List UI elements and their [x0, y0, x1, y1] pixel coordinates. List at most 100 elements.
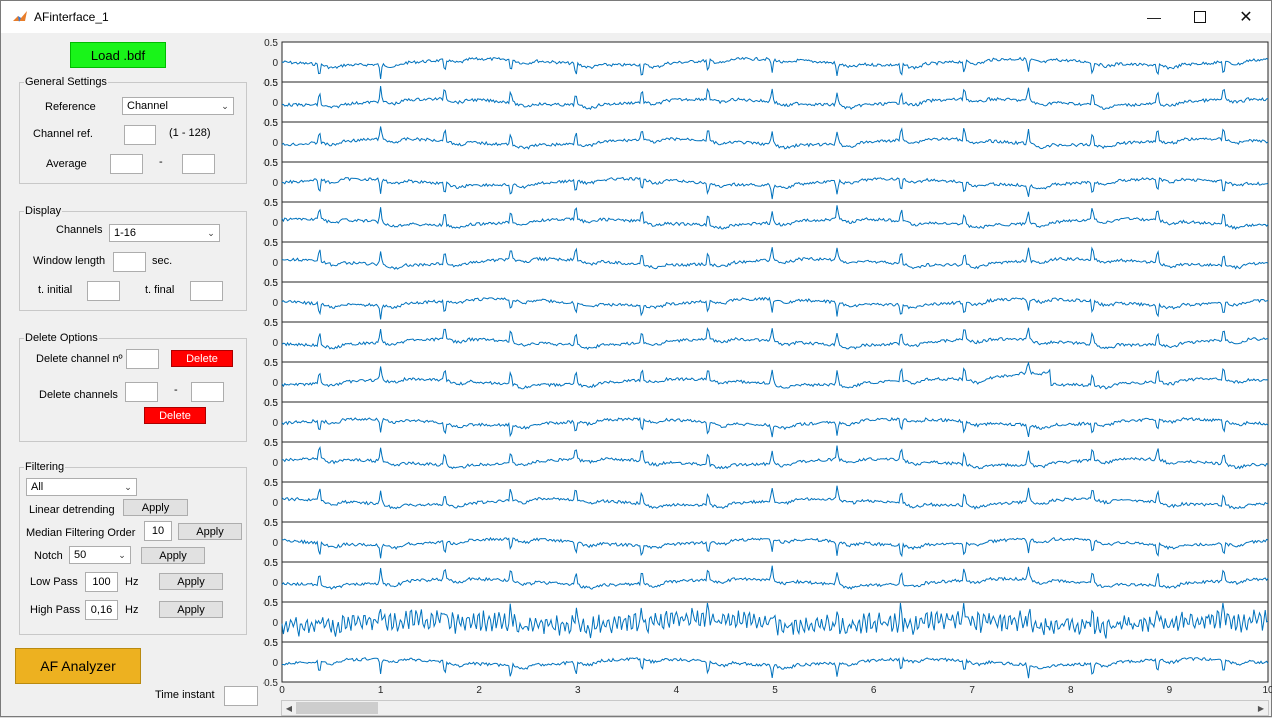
time-instant-input[interactable]: [224, 686, 258, 706]
linear-detrending-label: Linear detrending: [29, 504, 115, 516]
filtering-title: Filtering: [24, 461, 66, 473]
title-bar: AFinterface_1 — ✕: [1, 1, 1271, 33]
linear-apply-button[interactable]: Apply: [123, 499, 188, 516]
chevron-down-icon: ⌄: [124, 481, 132, 492]
general-settings-title: General Settings: [24, 76, 108, 88]
af-analyzer-button[interactable]: AF Analyzer: [15, 648, 141, 684]
window-title: AFinterface_1: [34, 10, 109, 24]
delete-options-title: Delete Options: [24, 332, 99, 344]
t-final-input[interactable]: [190, 281, 223, 301]
app-window: AFinterface_1 — ✕ Load .bdf General Sett…: [0, 0, 1272, 717]
minimize-button[interactable]: —: [1131, 1, 1177, 33]
delete-channels-button[interactable]: Delete: [144, 407, 206, 424]
x-tick-label: 10: [1262, 685, 1272, 696]
reference-value: Channel: [127, 100, 168, 112]
maximize-icon: [1194, 11, 1206, 23]
x-tick-label: 5: [772, 685, 778, 696]
low-pass-unit: Hz: [125, 576, 139, 588]
y-tick-label: 0.5: [264, 118, 278, 129]
chevron-down-icon: ⌄: [221, 100, 229, 111]
high-pass-label: High Pass: [30, 604, 81, 616]
low-pass-label: Low Pass: [30, 576, 78, 588]
maximize-button[interactable]: [1177, 1, 1223, 33]
average-to-input[interactable]: [182, 154, 215, 174]
y-tick-label: 0: [272, 98, 278, 109]
x-tick-label: 3: [575, 685, 581, 696]
channels-label: Channels: [56, 224, 103, 236]
reference-label: Reference: [45, 101, 96, 113]
delete-options-panel: Delete Options Delete channel nº Delete …: [19, 332, 247, 442]
y-tick-label: 0.5: [264, 278, 278, 289]
load-bdf-button[interactable]: Load .bdf: [70, 42, 166, 68]
display-panel: Display Channels 1-16 ⌄ Window length sec…: [19, 205, 247, 311]
low-pass-apply-button[interactable]: Apply: [159, 573, 223, 590]
y-tick-label: 0.5: [264, 478, 278, 489]
high-pass-apply-button[interactable]: Apply: [159, 601, 223, 618]
notch-select[interactable]: 50 ⌄: [69, 546, 131, 564]
filtering-select[interactable]: All ⌄: [26, 478, 137, 496]
delete-from-input[interactable]: [125, 382, 158, 402]
high-pass-input[interactable]: 0,16: [85, 600, 118, 620]
y-tick-label: 0.5: [264, 318, 278, 329]
average-label: Average: [46, 158, 87, 170]
scroll-thumb[interactable]: [296, 702, 378, 714]
close-button[interactable]: ✕: [1223, 1, 1269, 33]
delete-channel-label: Delete channel nº: [36, 353, 123, 365]
window-length-input[interactable]: [113, 252, 146, 272]
y-tick-label: 0.5: [264, 358, 278, 369]
high-pass-unit: Hz: [125, 604, 139, 616]
y-tick-label: 0: [272, 138, 278, 149]
median-apply-button[interactable]: Apply: [178, 523, 242, 540]
x-tick-label: 4: [674, 685, 680, 696]
scroll-right-icon[interactable]: ▶: [1255, 702, 1267, 714]
scroll-left-icon[interactable]: ◀: [283, 702, 295, 714]
y-tick-label: 0.5: [264, 38, 278, 49]
y-tick-label: 0.5: [264, 158, 278, 169]
y-tick-label: 0: [272, 578, 278, 589]
x-tick-label: 0: [279, 685, 285, 696]
delete-to-input[interactable]: [191, 382, 224, 402]
y-tick-label: 0.5: [264, 78, 278, 89]
delete-channel-input[interactable]: [126, 349, 159, 369]
channels-value: 1-16: [114, 227, 137, 239]
delete-dash: -: [174, 384, 178, 396]
reference-select[interactable]: Channel ⌄: [122, 97, 234, 115]
y-tick-label: 0: [272, 618, 278, 629]
chevron-down-icon: ⌄: [207, 227, 215, 238]
average-from-input[interactable]: [110, 154, 143, 174]
median-label: Median Filtering Order: [26, 527, 136, 539]
filtering-panel: Filtering All ⌄ Linear detrending Apply M…: [19, 461, 247, 635]
notch-value: 50: [74, 549, 87, 561]
x-tick-label: 2: [476, 685, 482, 696]
y-tick-label: 0: [272, 498, 278, 509]
low-pass-input[interactable]: 100: [85, 572, 118, 592]
y-tick-label: 0.5: [264, 558, 278, 569]
y-tick-label: 0.5: [264, 598, 278, 609]
t-final-label: t. final: [145, 284, 175, 296]
median-order-input[interactable]: 10: [144, 521, 172, 541]
window-length-label: Window length: [33, 255, 106, 267]
control-panel: Load .bdf General Settings Reference Cha…: [7, 34, 263, 714]
y-tick-label: 0: [272, 58, 278, 69]
y-tick-label: 0: [272, 178, 278, 189]
x-tick-label: 8: [1068, 685, 1074, 696]
x-tick-label: 9: [1167, 685, 1173, 696]
channel-ref-input[interactable]: [124, 125, 156, 145]
time-instant-label: Time instant: [155, 689, 215, 701]
y-tick-label: -0.5: [263, 678, 278, 689]
eeg-plot-area: 0.50-0.50.50-0.50.50-0.50.50-0.50.50-0.5…: [261, 34, 1272, 718]
y-tick-label: 0: [272, 218, 278, 229]
delete-channels-label: Delete channels: [39, 389, 118, 401]
filtering-value: All: [31, 481, 44, 493]
x-tick-label: 6: [871, 685, 877, 696]
channel-plots: 0.50-0.50.50-0.50.50-0.50.50-0.50.50-0.5…: [261, 38, 1272, 696]
t-initial-input[interactable]: [87, 281, 120, 301]
average-dash: -: [159, 156, 163, 168]
y-tick-label: 0: [272, 538, 278, 549]
delete-channel-button[interactable]: Delete: [171, 350, 233, 367]
channels-select[interactable]: 1-16 ⌄: [109, 224, 220, 242]
y-tick-label: 0: [272, 458, 278, 469]
y-tick-label: 0.5: [264, 238, 278, 249]
notch-apply-button[interactable]: Apply: [141, 547, 205, 564]
time-scrollbar[interactable]: ◀ ▶: [281, 700, 1269, 716]
